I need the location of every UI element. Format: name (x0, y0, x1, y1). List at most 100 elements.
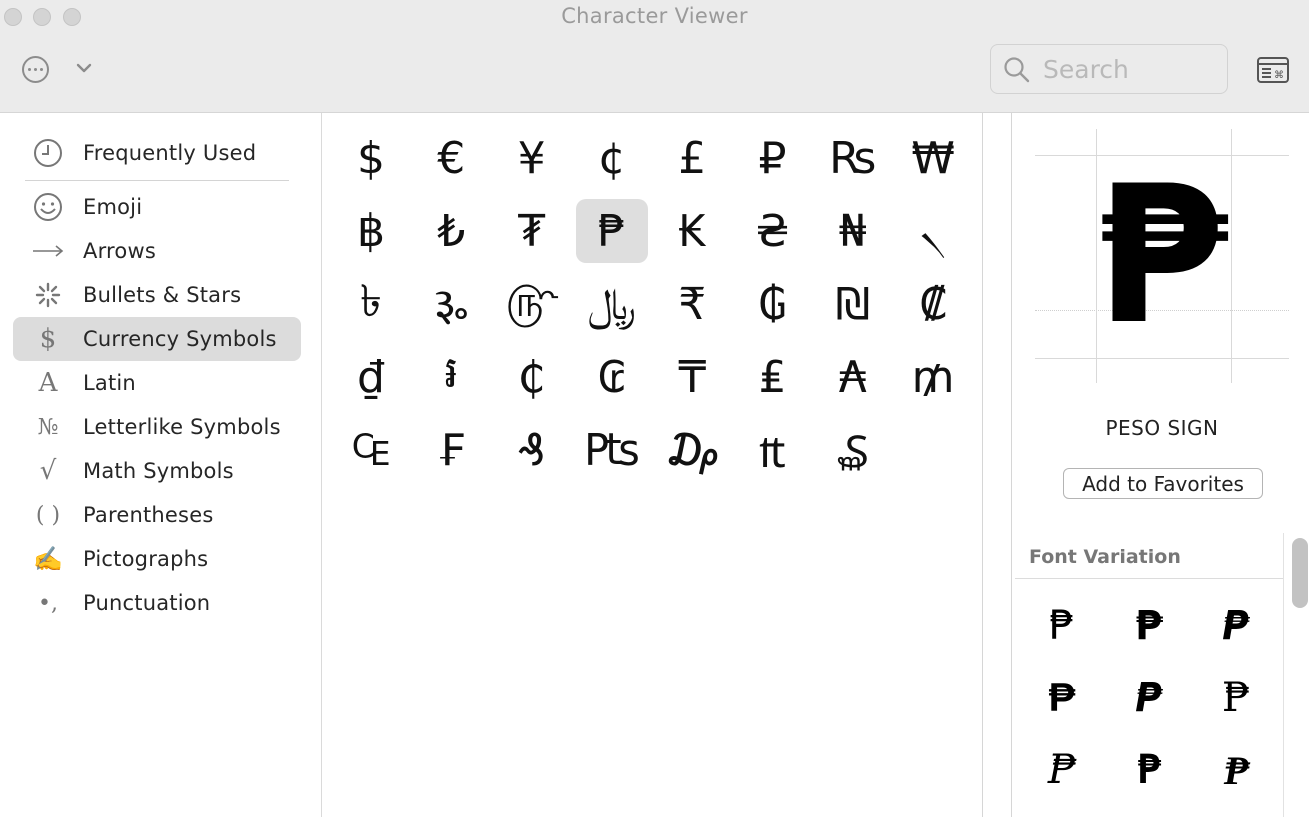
character-cell[interactable]: ৲ (897, 199, 969, 263)
character-cell[interactable]: ₴ (737, 199, 809, 263)
square-root-icon: √ (39, 456, 57, 486)
character-cell[interactable]: € (415, 126, 487, 190)
sidebar-item-bullets-stars[interactable]: Bullets & Stars (13, 273, 301, 317)
window-title: Character Viewer (561, 4, 748, 28)
character-cell[interactable]: ₳ (817, 345, 889, 409)
character-cell[interactable]: ₦ (817, 199, 889, 263)
sidebar-item-label: Currency Symbols (83, 327, 277, 351)
search-icon (1004, 57, 1030, 83)
character-cell[interactable]: ₷ (817, 418, 889, 482)
character-cell[interactable]: $ (335, 126, 407, 190)
character-cell[interactable]: ₺ (415, 199, 487, 263)
writing-hand-icon: ✍ (33, 545, 63, 573)
asterisk-icon (13, 281, 83, 309)
sidebar-item-parentheses[interactable]: ( ) Parentheses (13, 493, 301, 537)
character-cell[interactable]: ៛ (415, 345, 487, 409)
ellipsis-circle-icon[interactable] (22, 56, 49, 83)
character-cell[interactable]: ₨ (817, 126, 889, 190)
character-cell[interactable]: ₰ (496, 418, 568, 482)
character-cell[interactable]: ₩ (897, 126, 969, 190)
sidebar-item-label: Bullets & Stars (83, 283, 242, 307)
character-cell[interactable]: ₥ (897, 345, 969, 409)
character-cell[interactable]: ₧ (576, 418, 648, 482)
svg-text:⌘: ⌘ (1274, 70, 1284, 81)
sidebar-item-pictographs[interactable]: ✍ Pictographs (13, 537, 301, 581)
sidebar-item-arrows[interactable]: Arrows (13, 229, 301, 273)
sidebar-item-latin[interactable]: A Latin (13, 361, 301, 405)
font-variation-cell[interactable]: ₱ (1206, 742, 1266, 798)
add-to-favorites-button[interactable]: Add to Favorites (1063, 468, 1263, 499)
sidebar-item-label: Arrows (83, 239, 156, 263)
sidebar-item-frequently-used[interactable]: Frequently Used (13, 131, 301, 175)
font-variation-cell[interactable]: ₱ (1119, 598, 1179, 654)
character-cell[interactable]: ¢ (576, 126, 648, 190)
sidebar-item-label: Emoji (83, 195, 143, 219)
character-cell[interactable]: ₢ (576, 345, 648, 409)
font-variation-divider (1015, 578, 1283, 579)
category-sidebar: Frequently Used Emoji Arrows Bullets & S… (0, 113, 322, 817)
character-cell[interactable]: £ (656, 126, 728, 190)
character-detail-panel: ₱ PESO SIGN Add to Favorites Font Variat… (1013, 113, 1309, 817)
sidebar-item-label: Parentheses (83, 503, 214, 527)
character-cell[interactable]: ૱ (415, 272, 487, 336)
sidebar-item-math-symbols[interactable]: √ Math Symbols (13, 449, 301, 493)
sidebar-item-label: Latin (83, 371, 136, 395)
character-cell[interactable]: ₮ (496, 199, 568, 263)
character-cell[interactable]: ₹ (656, 272, 728, 336)
font-variation-cell[interactable]: ₱ (1206, 670, 1266, 726)
character-cell[interactable]: ₭ (656, 199, 728, 263)
selected-glyph: ₱ (1095, 145, 1229, 366)
chevron-down-icon[interactable] (74, 58, 94, 78)
character-cell[interactable]: ₣ (415, 418, 487, 482)
font-variation-cell[interactable]: ₱ (1206, 598, 1266, 654)
character-name: PESO SIGN (1105, 416, 1219, 440)
sidebar-item-letterlike-symbols[interactable]: № Letterlike Symbols (13, 405, 301, 449)
character-cell[interactable]: ﷼ (576, 272, 648, 336)
sidebar-item-emoji[interactable]: Emoji (13, 185, 301, 229)
font-variation-title: Font Variation (1029, 546, 1181, 568)
character-cell[interactable]: ₱ (575, 199, 648, 263)
character-viewer-window: Character Viewer ⌘ Frequently U (0, 0, 1309, 817)
character-cell[interactable]: ₤ (737, 345, 809, 409)
character-cell[interactable]: ฿ (335, 199, 407, 263)
character-cell[interactable]: ₽ (737, 126, 809, 190)
sidebar-item-label: Pictographs (83, 547, 209, 571)
character-cell[interactable]: ₲ (737, 272, 809, 336)
font-variation-cell[interactable]: ₱ (1119, 742, 1179, 798)
character-cell[interactable]: ₯ (656, 418, 728, 482)
glyph-preview: ₱ (1035, 129, 1289, 383)
sidebar-item-punctuation[interactable]: •, Punctuation (13, 581, 301, 625)
latin-a-icon: A (38, 368, 58, 398)
font-variation-cell[interactable]: ₱ (1032, 742, 1092, 798)
sidebar-item-label: Frequently Used (83, 141, 257, 165)
sidebar-item-label: Letterlike Symbols (83, 415, 281, 439)
search-input[interactable] (1043, 53, 1219, 85)
character-cell[interactable]: ৳ (335, 272, 407, 336)
toolbar: Character Viewer ⌘ (0, 0, 1309, 113)
character-cell[interactable]: ₶ (737, 418, 809, 482)
character-cell[interactable]: ₪ (817, 272, 889, 336)
character-grid: $ € ¥ ¢ £ ₽ ₨ ₩ ฿ ₺ ₮ ₱ ₭ ₴ ₦ ৲ ৳ ૱ ௹ ﷼ ₹ ₲ ₪ ₡ ₫ ៛ ₵ ₢ ₸ ₤ ₳ ₥ ₠ ₣ ₰ ₧ ₯ ₶ ₷ (323, 113, 982, 817)
character-cell[interactable]: ₸ (656, 345, 728, 409)
font-variation-cell[interactable]: ₱ (1032, 598, 1092, 654)
character-cell[interactable]: ₠ (335, 418, 407, 482)
sidebar-item-currency-symbols[interactable]: $ Currency Symbols (13, 317, 301, 361)
dollar-icon: $ (39, 324, 57, 354)
character-cell[interactable]: ₫ (335, 345, 407, 409)
font-variation-cell[interactable]: ₱ (1032, 670, 1092, 726)
character-cell[interactable]: ௹ (496, 272, 568, 336)
smiley-icon (13, 192, 83, 222)
scrollbar-thumb[interactable] (1292, 538, 1308, 608)
numero-icon: № (37, 414, 59, 440)
character-cell[interactable]: ₡ (897, 272, 969, 336)
search-field[interactable] (990, 44, 1228, 94)
clock-icon (13, 138, 83, 168)
keyboard-viewer-icon[interactable]: ⌘ (1257, 57, 1289, 83)
sidebar-item-label: Math Symbols (83, 459, 234, 483)
character-cell[interactable]: ₵ (496, 345, 568, 409)
arrow-right-icon (13, 244, 83, 258)
sidebar-item-label: Punctuation (83, 591, 211, 615)
character-cell[interactable]: ¥ (496, 126, 568, 190)
panel-divider (982, 113, 1012, 817)
font-variation-cell[interactable]: ₱ (1119, 670, 1179, 726)
